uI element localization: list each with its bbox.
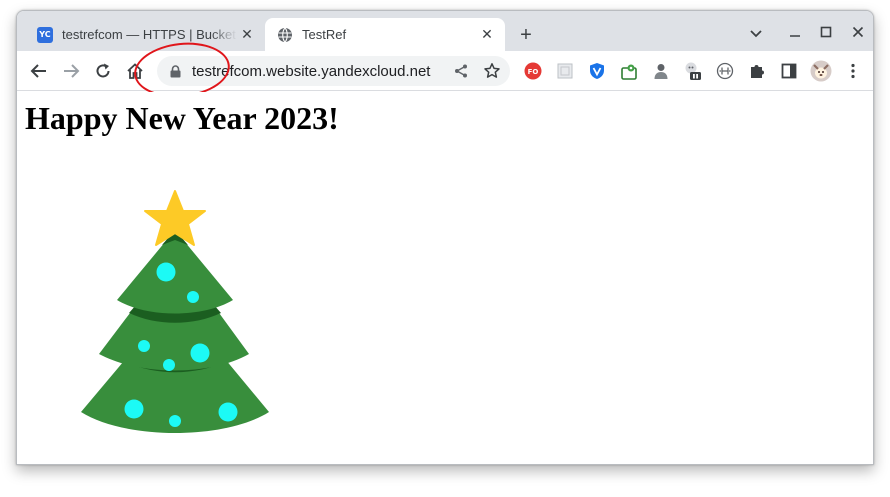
globe-icon xyxy=(277,27,293,43)
ornament xyxy=(190,343,210,363)
fo-extension-icon[interactable]: FO xyxy=(523,61,543,81)
new-tab-button[interactable]: + xyxy=(514,24,538,48)
reload-icon[interactable] xyxy=(91,59,115,83)
tab-search-chevron-icon[interactable] xyxy=(744,23,768,43)
ornament xyxy=(169,415,181,427)
more-menu-icon[interactable] xyxy=(843,61,863,81)
tab-title: testrefcom — HTTPS | Bucket xyxy=(62,27,236,42)
fo-extension-label: FO xyxy=(528,68,539,76)
lock-icon[interactable] xyxy=(170,64,182,78)
profile-avatar[interactable] xyxy=(809,59,833,83)
ornament xyxy=(218,402,238,422)
puzzle-extensions-icon[interactable] xyxy=(747,61,767,81)
circle-h-extension-icon[interactable] xyxy=(715,61,735,81)
page-heading: Happy New Year 2023! xyxy=(25,100,339,136)
close-tab-icon[interactable]: ✕ xyxy=(237,25,257,45)
toolbar: testrefcom.website.yandexcloud.net FO xyxy=(17,51,873,91)
tab-strip: YC testrefcom — HTTPS | Bucket ✕ TestRef… xyxy=(17,11,873,51)
christmas-tree-illustration xyxy=(81,190,269,433)
browser-window: YC testrefcom — HTTPS | Bucket ✕ TestRef… xyxy=(16,10,874,465)
yandex-cloud-icon: YC xyxy=(37,26,53,43)
page-content: Happy New Year 2023! xyxy=(17,92,873,464)
person-extension-icon[interactable] xyxy=(651,61,671,81)
tab-title: TestRef xyxy=(302,27,347,42)
forward-arrow-icon[interactable] xyxy=(59,59,83,83)
tab-testref[interactable]: TestRef ✕ xyxy=(265,18,505,51)
maximize-icon[interactable] xyxy=(814,23,838,43)
tab-testrefcom-bucket[interactable]: YC testrefcom — HTTPS | Bucket ✕ xyxy=(25,18,265,51)
shield-extension-icon[interactable] xyxy=(587,61,607,81)
bookmark-star-icon[interactable] xyxy=(480,59,504,83)
ornament xyxy=(187,291,199,303)
url-text: testrefcom.website.yandexcloud.net xyxy=(192,62,431,80)
ornament xyxy=(163,359,175,371)
close-window-icon[interactable] xyxy=(846,23,870,43)
grid-extension-icon[interactable] xyxy=(555,61,575,81)
back-arrow-icon[interactable] xyxy=(27,59,51,83)
address-bar[interactable]: testrefcom.website.yandexcloud.net xyxy=(157,56,510,86)
ornament xyxy=(138,340,150,352)
close-tab-icon[interactable]: ✕ xyxy=(477,25,497,45)
ornament xyxy=(156,262,176,282)
ornament xyxy=(124,399,144,419)
share-icon[interactable] xyxy=(449,59,473,83)
minimize-icon[interactable] xyxy=(783,23,807,43)
paused-extension-icon[interactable] xyxy=(683,61,703,81)
side-panel-icon[interactable] xyxy=(779,61,799,81)
map-pin-extension-icon[interactable] xyxy=(619,61,639,81)
home-icon[interactable] xyxy=(123,59,147,83)
